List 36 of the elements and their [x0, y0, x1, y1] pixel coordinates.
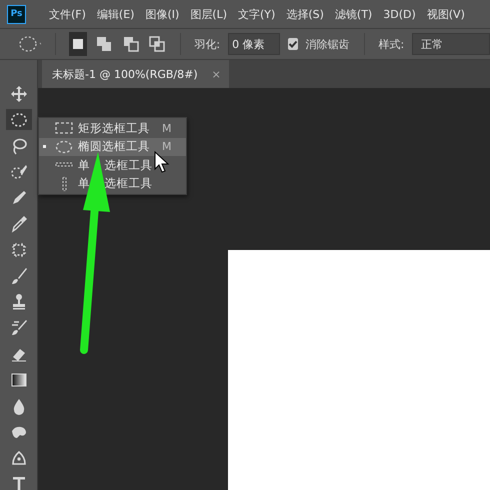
label-fragment: 单 — [78, 158, 90, 172]
flyout-item[interactable]: 单 选框工具 — [39, 174, 186, 193]
label-fragment: 选框工具 — [104, 176, 152, 190]
antialias-label: 消除锯齿 — [306, 36, 350, 52]
menu-item[interactable]: 文字(Y) — [238, 6, 276, 22]
menu-item[interactable]: 图层(L) — [190, 6, 228, 22]
menu-item[interactable]: 视图(V) — [426, 6, 465, 22]
antialias-checkbox[interactable] — [288, 38, 298, 50]
ellipse-tool-icon[interactable] — [6, 109, 32, 130]
selection-mode-button[interactable] — [69, 32, 88, 56]
feather-label: 羽化: — [194, 36, 220, 52]
subtract-selection-icon — [122, 36, 138, 52]
feather-field[interactable]: 0 像素 — [228, 33, 280, 55]
menu-item[interactable]: 文件(F) — [49, 6, 86, 22]
menu-item[interactable]: 编辑(E) — [96, 6, 134, 22]
style-dropdown[interactable]: 正常 — [412, 33, 490, 55]
label-fragment: 选框工具 — [104, 158, 152, 172]
flyout-item[interactable]: 椭圆选框工具 M — [39, 138, 186, 156]
pointer-cursor-icon — [154, 150, 170, 173]
menu-item[interactable]: 3D(D) — [383, 8, 416, 20]
menu-item[interactable]: 滤镜(T) — [334, 6, 372, 22]
menu-item[interactable]: 图像(I) — [145, 6, 180, 22]
menu-item[interactable]: 选择(S) — [286, 6, 324, 22]
column-marquee-icon — [62, 176, 66, 191]
intersect-selection-icon — [148, 36, 165, 52]
flyout-item[interactable]: 单 选框工具 — [39, 156, 186, 174]
document-tab[interactable]: 未标题-1 @ 100%(RGB/8#) × — [42, 60, 229, 88]
add-selection-icon — [96, 36, 112, 52]
rect-marquee-icon — [55, 121, 73, 136]
ellipse-tool-preset-icon[interactable] — [18, 35, 41, 53]
flyout-item[interactable]: 矩形选框工具 M — [39, 119, 186, 138]
ellipse-marquee-icon — [55, 140, 73, 154]
label-fragment: 单 — [78, 176, 90, 190]
app-logo: Ps — [7, 4, 26, 24]
close-icon[interactable]: × — [212, 68, 221, 80]
style-label: 样式: — [378, 36, 404, 52]
